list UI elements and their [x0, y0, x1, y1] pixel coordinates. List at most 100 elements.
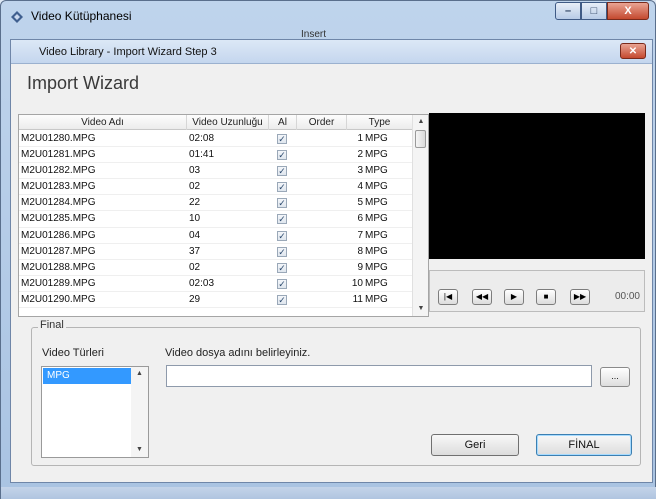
scroll-down-icon[interactable]: ▼: [413, 302, 429, 316]
cell-video-name: M2U01286.MPG: [21, 229, 96, 241]
include-checkbox[interactable]: ✓: [277, 134, 287, 144]
cell-video-name: M2U01280.MPG: [21, 133, 96, 144]
cell-video-name: M2U01287.MPG: [21, 245, 96, 257]
stop-icon[interactable]: ■: [536, 289, 556, 305]
cell-order: 11: [352, 293, 363, 305]
table-row[interactable]: M2U01287.MPG 37 ✓ 8 MPG: [19, 244, 413, 260]
scroll-up-icon[interactable]: ▲: [131, 367, 148, 381]
cell-type: MPG: [365, 245, 388, 257]
minimize-button[interactable]: –: [555, 2, 581, 20]
cell-order: 7: [357, 229, 363, 241]
window-bottom-edge: [1, 487, 656, 499]
table-row[interactable]: M2U01281.MPG 01:41 ✓ 2 MPG: [19, 147, 413, 164]
playback-time: 00:00: [614, 291, 640, 302]
cell-type: MPG: [365, 277, 388, 289]
column-header-name[interactable]: Video Adı: [19, 115, 187, 130]
column-header-al[interactable]: Al: [269, 115, 297, 130]
grid-scrollbar[interactable]: ▲ ▼: [412, 115, 428, 316]
include-checkbox[interactable]: ✓: [277, 150, 287, 161]
player-controls: |◀ ◀◀ ▶ ■ ▶▶ 00:00: [429, 270, 645, 312]
video-types-list[interactable]: MPG ▲ ▼: [41, 366, 149, 458]
scroll-thumb[interactable]: [415, 130, 426, 148]
include-checkbox[interactable]: ✓: [277, 230, 287, 241]
fast-forward-icon[interactable]: ▶▶: [570, 289, 590, 305]
window-titlebar[interactable]: Video Kütüphanesi – □ X: [1, 1, 655, 31]
browse-button[interactable]: ...: [600, 367, 630, 387]
rewind-icon[interactable]: ◀◀: [472, 289, 492, 305]
app-icon: [11, 11, 23, 23]
scroll-down-icon[interactable]: ▼: [131, 443, 148, 457]
grid-body: M2U01280.MPG 02:08 ✓ 1 MPG M2U01281.MPG 01:41 ✓…: [19, 131, 413, 309]
cell-order: 1: [357, 133, 363, 144]
include-checkbox[interactable]: ✓: [277, 262, 287, 273]
list-item[interactable]: MPG: [43, 368, 132, 384]
cell-duration: 03: [189, 165, 201, 177]
cell-type: MPG: [365, 197, 388, 209]
cell-type: MPG: [365, 261, 388, 273]
cell-duration: 37: [189, 245, 201, 257]
cell-video-name: M2U01283.MPG: [21, 181, 96, 193]
cell-order: 4: [357, 181, 363, 193]
video-types-label: Video Türleri: [42, 347, 104, 359]
table-row[interactable]: M2U01280.MPG 02:08 ✓ 1 MPG: [19, 131, 413, 148]
list-scrollbar[interactable]: ▲ ▼: [131, 367, 148, 457]
include-checkbox[interactable]: ✓: [277, 294, 287, 305]
table-row[interactable]: M2U01283.MPG 02 ✓ 4 MPG: [19, 179, 413, 196]
back-button[interactable]: Geri: [431, 434, 519, 456]
cell-order: 6: [357, 213, 363, 225]
cell-video-name: M2U01290.MPG: [21, 293, 96, 305]
column-header-duration[interactable]: Video Uzunluğu: [187, 115, 269, 130]
include-checkbox[interactable]: ✓: [277, 166, 287, 177]
play-icon[interactable]: ▶: [504, 289, 524, 305]
include-checkbox[interactable]: ✓: [277, 214, 287, 225]
cell-video-name: M2U01281.MPG: [21, 149, 96, 161]
cell-video-name: M2U01282.MPG: [21, 165, 96, 177]
file-name-label: Video dosya adını belirleyiniz.: [165, 347, 311, 359]
cell-video-name: M2U01288.MPG: [21, 261, 96, 273]
cell-duration: 02: [189, 261, 201, 273]
maximize-button[interactable]: □: [581, 2, 607, 20]
cell-video-name: M2U01284.MPG: [21, 197, 96, 209]
cell-video-name: M2U01285.MPG: [21, 213, 96, 225]
table-row[interactable]: M2U01289.MPG 02:03 ✓ 10 MPG: [19, 276, 413, 292]
table-row[interactable]: M2U01284.MPG 22 ✓ 5 MPG: [19, 195, 413, 212]
first-frame-icon[interactable]: |◀: [438, 289, 458, 305]
cell-duration: 01:41: [189, 149, 215, 161]
scroll-up-icon[interactable]: ▲: [413, 115, 429, 129]
column-header-order[interactable]: Order: [297, 115, 347, 130]
include-checkbox[interactable]: ✓: [277, 198, 287, 209]
table-row[interactable]: M2U01290.MPG 29 ✓ 11 MPG: [19, 292, 413, 309]
cell-video-name: M2U01289.MPG: [21, 277, 96, 289]
close-button[interactable]: X: [607, 2, 649, 20]
video-grid[interactable]: Video Adı Video Uzunluğu Al Order Type M…: [18, 114, 429, 317]
cell-order: 8: [357, 245, 363, 257]
cell-type: MPG: [365, 229, 388, 241]
cell-type: MPG: [365, 165, 388, 177]
include-checkbox[interactable]: ✓: [277, 246, 287, 257]
cell-duration: 22: [189, 197, 201, 209]
dialog-title: Video Library - Import Wizard Step 3: [39, 46, 217, 58]
include-checkbox[interactable]: ✓: [277, 182, 287, 193]
cell-duration: 02:08: [189, 133, 215, 144]
table-row[interactable]: M2U01286.MPG 04 ✓ 7 MPG: [19, 228, 413, 244]
dialog-close-button[interactable]: ✕: [620, 43, 646, 59]
dialog-titlebar[interactable]: Video Library - Import Wizard Step 3 ✕: [11, 40, 652, 64]
cell-order: 5: [357, 197, 363, 209]
cell-duration: 02:03: [189, 277, 215, 289]
final-button[interactable]: FİNAL: [536, 434, 632, 456]
cell-order: 10: [351, 277, 363, 289]
import-wizard-dialog: Video Library - Import Wizard Step 3 ✕ I…: [10, 39, 653, 483]
table-row[interactable]: M2U01285.MPG 10 ✓ 6 MPG: [19, 211, 413, 228]
main-window: Video Kütüphanesi – □ X Insert Video Lib…: [0, 0, 656, 499]
cell-type: MPG: [365, 293, 388, 305]
table-row[interactable]: M2U01288.MPG 02 ✓ 9 MPG: [19, 260, 413, 276]
include-checkbox[interactable]: ✓: [277, 278, 287, 289]
cell-duration: 29: [189, 293, 201, 305]
file-name-input[interactable]: [166, 365, 592, 387]
cell-type: MPG: [365, 213, 388, 225]
column-header-type[interactable]: Type: [347, 115, 413, 130]
table-row[interactable]: M2U01282.MPG 03 ✓ 3 MPG: [19, 163, 413, 180]
cell-duration: 10: [189, 213, 201, 225]
final-group-legend: Final: [38, 319, 66, 331]
grid-header: Video Adı Video Uzunluğu Al Order Type: [19, 115, 413, 130]
